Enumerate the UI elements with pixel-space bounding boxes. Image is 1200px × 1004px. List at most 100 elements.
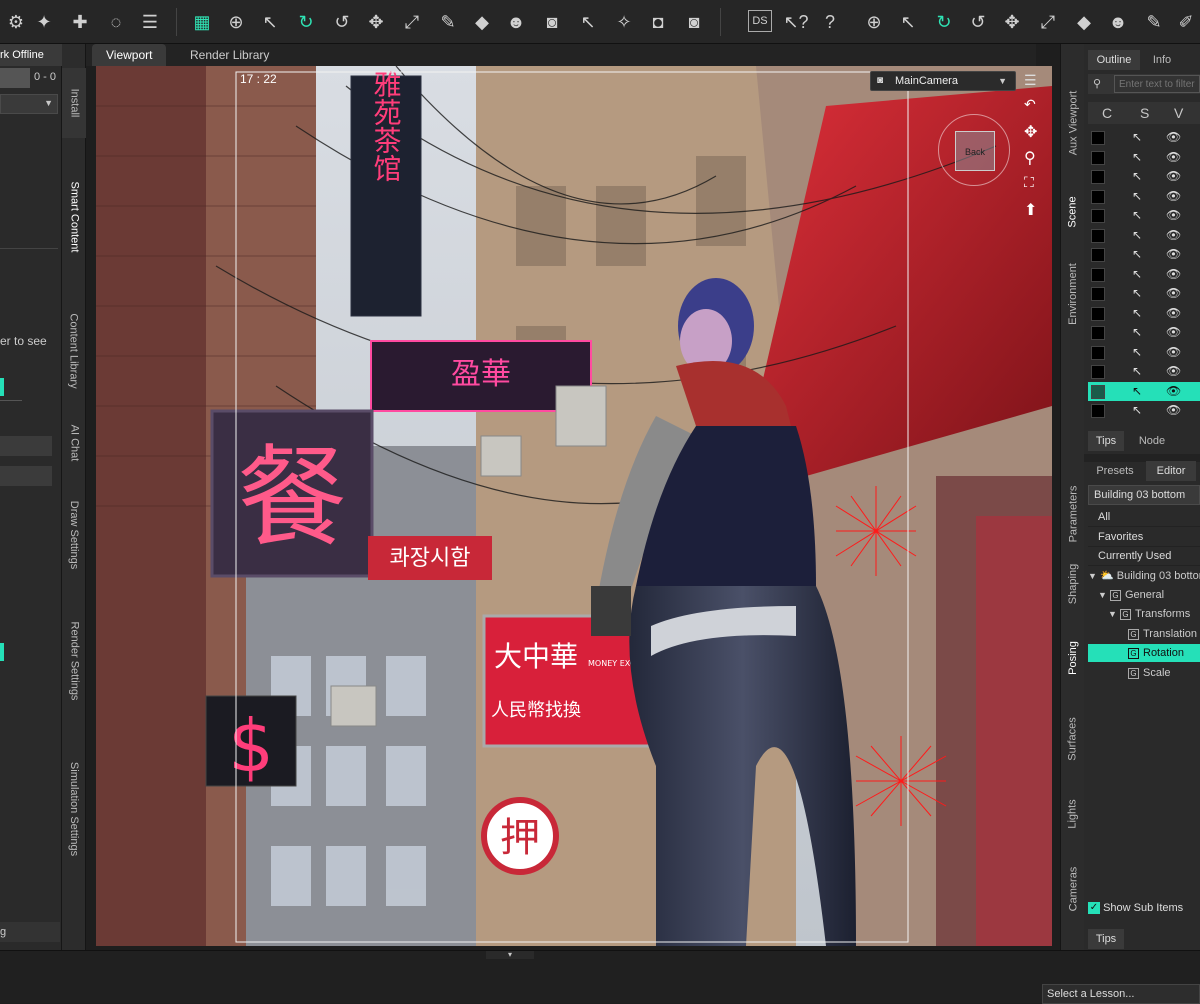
tab-environment[interactable]: Environment [1061,249,1085,339]
scene-row[interactable]: ↖ 👁 [1088,187,1200,207]
color-swatch[interactable] [1091,248,1105,262]
scene-row[interactable]: ↖ 👁 [1088,206,1200,226]
eye-icon[interactable]: 👁 [1166,189,1181,203]
tab-render-library[interactable]: Render Library [176,44,283,66]
eye-icon[interactable]: 👁 [1166,208,1181,222]
ds-logo-icon[interactable]: DS [748,10,772,32]
align-icon[interactable]: ☰ [136,8,164,36]
tab-outline[interactable]: Outline [1088,50,1140,70]
left-dropdown[interactable]: ▼ [0,94,58,114]
checkbox-checked-icon[interactable]: ✓ [1088,902,1100,915]
tab-surfaces[interactable]: Surfaces [1061,704,1085,774]
figure-icon-2[interactable]: ☻ [1104,8,1132,36]
scene-row[interactable]: ↖ 👁 [1088,265,1200,285]
rotate-icon[interactable]: ↺ [328,8,356,36]
tree-general[interactable]: ▼ G General [1098,586,1164,604]
tab-tips-bottom[interactable]: Tips [1088,929,1124,949]
render-settings-icon[interactable]: ⚙ [2,8,30,36]
tab-tips[interactable]: Tips [1088,431,1124,451]
color-swatch[interactable] [1091,131,1105,145]
eye-icon[interactable]: 👁 [1166,267,1181,281]
select-arrow-icon-2[interactable]: ↖ [894,8,922,36]
select-icon[interactable]: ↖ [1132,345,1142,359]
geometry-editor-icon[interactable]: ◆ [468,8,496,36]
lesson-selector[interactable]: Select a Lesson... [1042,984,1200,1004]
left-button-1[interactable] [0,436,52,456]
tab-viewport[interactable]: Viewport [92,44,167,66]
add-node-icon[interactable]: ✚ [66,8,94,36]
tab-smart-content[interactable]: Smart Content [62,142,86,292]
tab-content-library[interactable]: Content Library [62,296,86,406]
whats-this-icon[interactable]: ↖? [782,8,810,36]
color-swatch[interactable] [1091,287,1105,301]
universal-tool-icon-2[interactable]: ⊕ [860,8,888,36]
eye-icon[interactable]: 👁 [1166,228,1181,242]
scene-row[interactable]: ↖ 👁 [1088,245,1200,265]
column-v[interactable]: V [1174,105,1183,121]
view-cube[interactable]: Back [938,114,1010,186]
eye-icon[interactable]: 👁 [1166,169,1181,183]
select-icon[interactable]: ↖ [1132,150,1142,164]
tree-transforms[interactable]: ▼ G Transforms [1108,605,1190,623]
tab-node[interactable]: Node [1130,431,1174,451]
select-icon[interactable]: ↖ [1132,286,1142,300]
category-all[interactable]: All [1088,508,1200,527]
color-swatch[interactable] [1091,170,1105,184]
tab-cameras[interactable]: Cameras [1061,854,1085,924]
color-swatch[interactable] [1091,365,1105,379]
scene-row[interactable]: ↖ 👁 [1088,167,1200,187]
eye-icon[interactable]: 👁 [1166,150,1181,164]
reset-view-icon[interactable]: ⬆ [1024,200,1037,220]
scene-search-input[interactable] [1114,75,1200,93]
grid-icon[interactable]: ▦ [188,8,216,36]
tab-info[interactable]: Info [1142,50,1182,70]
select-icon[interactable]: ↖ [1132,130,1142,144]
viewport-menu-icon[interactable]: ☰ [1024,72,1037,89]
select-icon[interactable]: ↖ [1132,169,1142,183]
orbit-icon[interactable]: ↶ [1024,96,1036,113]
column-s[interactable]: S [1140,105,1149,121]
scene-row[interactable]: ↖ 👁 [1088,343,1200,363]
select-icon[interactable]: ↖ [1132,364,1142,378]
3d-viewport[interactable]: 雅苑茶馆 盈華 餐 콰장시함 大中華 MONEY EXCHANGE 人民幣找換 … [96,66,1052,946]
tree-rotation-selected[interactable]: G Rotation [1088,644,1200,662]
tab-posing[interactable]: Posing [1061,628,1085,688]
scene-row[interactable]: ↖ 👁 [1088,284,1200,304]
color-swatch[interactable] [1091,150,1105,165]
tab-lights[interactable]: Lights [1061,784,1085,844]
tree-root[interactable]: ▼ ⛅ Building 03 bottom [1088,567,1200,585]
tab-render-settings[interactable]: Render Settings [62,596,86,726]
help-icon[interactable]: ? [816,8,844,36]
geometry-editor-icon-2[interactable]: ◆ [1070,8,1098,36]
tab-draw-settings[interactable]: Draw Settings [62,480,86,590]
surface-selection-icon[interactable]: ↖ [574,8,602,36]
select-icon[interactable]: ↖ [1132,228,1142,242]
select-icon[interactable]: ↖ [1132,306,1142,320]
column-c[interactable]: C [1102,105,1112,121]
tab-ai-chat[interactable]: AI Chat [62,412,86,474]
select-icon[interactable]: ↖ [1132,189,1142,203]
tab-aux-viewport[interactable]: Aux Viewport [1061,68,1085,178]
scene-row[interactable]: ↖ 👁 [1088,148,1200,168]
translate-icon-2[interactable]: ✥ [998,8,1026,36]
select-arrow-icon[interactable]: ↖ [256,8,284,36]
rotate-icon-2[interactable]: ↺ [964,8,992,36]
tab-scene[interactable]: Scene [1061,182,1085,242]
tab-editor[interactable]: Editor [1146,461,1196,481]
scene-row[interactable]: ↖ 👁 [1088,323,1200,343]
translate-icon[interactable]: ✥ [362,8,390,36]
tab-simulation-settings[interactable]: Simulation Settings [62,734,86,884]
eye-icon[interactable]: 👁 [1166,247,1181,261]
scale-icon-2[interactable]: ⤢ [1034,8,1062,36]
edit-icon[interactable]: ✎ [1140,8,1168,36]
eye-icon[interactable]: 👁 [1166,364,1181,378]
select-icon[interactable]: ↖ [1132,247,1142,261]
scene-row[interactable]: ↖ 👁 [1088,304,1200,324]
pan-icon[interactable]: ✥ [1024,122,1037,142]
scene-row[interactable]: ↖ 👁 [1088,226,1200,246]
scene-row[interactable]: ↖ 👁 [1088,401,1200,421]
color-swatch[interactable] [1091,345,1105,360]
category-favorites[interactable]: Favorites [1088,528,1200,547]
show-sub-items-toggle[interactable]: ✓ Show Sub Items [1088,902,1183,915]
eye-icon[interactable]: 👁 [1166,403,1181,417]
